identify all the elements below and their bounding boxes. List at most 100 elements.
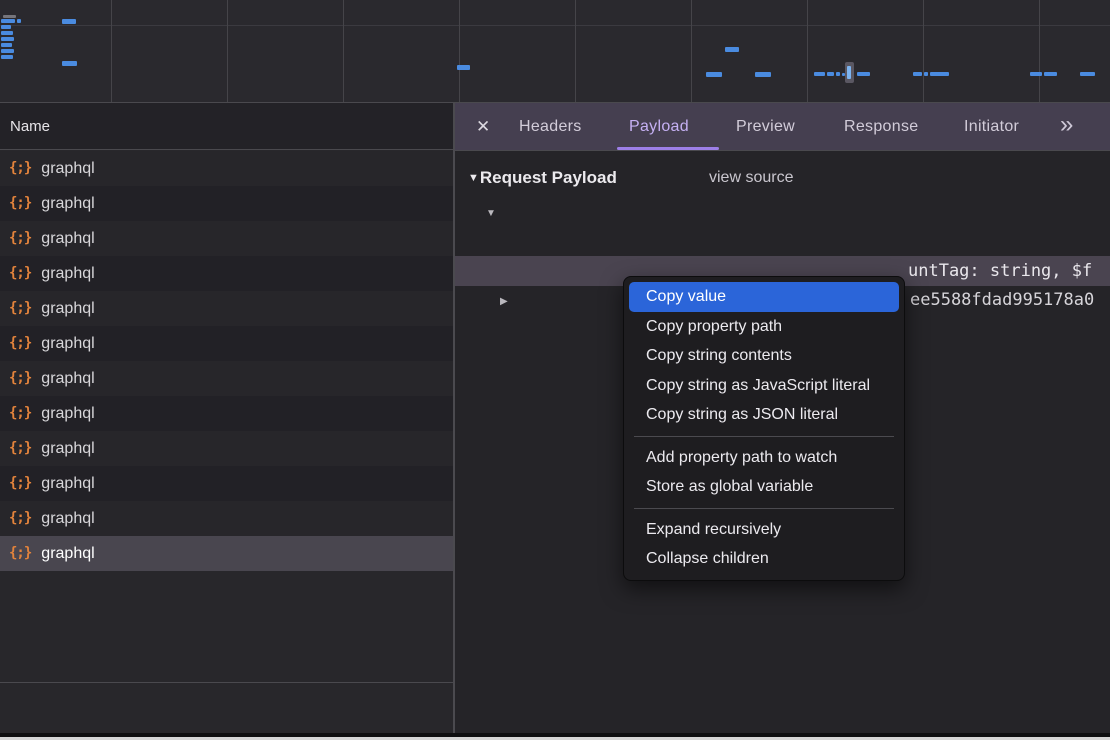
overview-gridline: [807, 0, 808, 102]
tab-initiator[interactable]: Initiator: [964, 103, 1019, 150]
request-timing-bar[interactable]: [814, 72, 825, 76]
overview-horizontal-gridline: [0, 25, 1110, 26]
json-icon: {;}: [9, 536, 31, 571]
json-icon: {;}: [9, 466, 31, 501]
menu-item-store-as-global-variable[interactable]: Store as global variable: [624, 472, 904, 502]
json-icon: {;}: [9, 326, 31, 361]
request-table-panel: Name {;} graphql {;} graphql {;} graphql {;…: [0, 103, 453, 733]
menu-item-copy-property-path[interactable]: Copy property path: [624, 312, 904, 342]
request-name: graphql: [41, 256, 94, 291]
request-timing-bar[interactable]: [725, 47, 739, 52]
tab-response[interactable]: Response: [844, 103, 918, 150]
menu-separator: [634, 508, 894, 509]
table-row-selected[interactable]: {;}graphql: [0, 536, 453, 571]
request-name: graphql: [41, 361, 94, 396]
table-row[interactable]: {;} graphql: [0, 151, 453, 186]
request-timing-bar[interactable]: [913, 72, 922, 76]
request-timing-bar[interactable]: [857, 72, 870, 76]
request-timing-bar[interactable]: [1080, 72, 1095, 76]
overview-gridline: [111, 0, 112, 102]
request-name: graphql: [41, 151, 94, 186]
tab-payload[interactable]: Payload: [629, 103, 689, 150]
request-name: graphql: [41, 431, 94, 466]
menu-separator: [634, 436, 894, 437]
overview-gridline: [227, 0, 228, 102]
request-name: graphql: [41, 186, 94, 221]
request-name: graphql: [41, 291, 94, 326]
table-row[interactable]: {;} graphql: [0, 186, 453, 221]
table-row[interactable]: {;} graphql: [0, 361, 453, 396]
request-list: {;} graphql {;} graphql {;} graphql {;} grap…: [0, 151, 453, 571]
active-tab-underline: [617, 147, 719, 150]
request-timing-bar[interactable]: [836, 72, 840, 76]
menu-item-add-property-path-to-watch[interactable]: Add property path to watch: [624, 443, 904, 473]
payload-operation-name-row[interactable]: operationName: "ipFlowTimeseries": [455, 227, 1110, 256]
table-row[interactable]: {;} graphql: [0, 466, 453, 501]
request-timing-bar[interactable]: [1, 31, 13, 35]
detail-tab-bar: ✕ Headers Payload Preview Response Initi…: [455, 103, 1110, 151]
request-timing-bar[interactable]: [706, 72, 722, 77]
request-payload-title[interactable]: ▼Request Payload: [468, 163, 617, 195]
property-value-right-fragment: untTag: string, $f: [908, 256, 1092, 286]
overview-gridline: [691, 0, 692, 102]
request-timing-bar[interactable]: [62, 19, 76, 24]
network-summary-bar: [0, 682, 453, 737]
request-timing-bar[interactable]: [1, 25, 11, 29]
selected-request-marker[interactable]: [847, 66, 851, 79]
table-row[interactable]: {;}graphql: [0, 431, 453, 466]
json-icon: {;}: [9, 221, 31, 256]
request-timing-bar[interactable]: [17, 19, 21, 23]
network-overview-timeline[interactable]: [0, 0, 1110, 103]
context-menu: Copy value Copy property path Copy strin…: [623, 276, 905, 581]
request-timing-bar[interactable]: [1044, 72, 1057, 76]
menu-item-expand-recursively[interactable]: Expand recursively: [624, 515, 904, 545]
table-row[interactable]: {;} graphql: [0, 291, 453, 326]
request-timing-bar[interactable]: [1, 55, 13, 59]
request-timing-bar[interactable]: [1, 37, 14, 41]
json-icon: {;}: [9, 151, 31, 186]
table-row[interactable]: {;} graphql: [0, 221, 453, 256]
request-timing-bar[interactable]: [62, 61, 77, 66]
overview-gridline: [575, 0, 576, 102]
property-value-right-fragment: ee5588fdad995178a0: [910, 286, 1094, 315]
request-timing-bar[interactable]: [457, 65, 470, 70]
overview-gridline: [343, 0, 344, 102]
menu-item-copy-string-json-literal[interactable]: Copy string as JSON literal: [624, 400, 904, 430]
name-column-header[interactable]: Name: [0, 103, 453, 150]
table-row[interactable]: {;}graphql: [0, 326, 453, 361]
json-icon: {;}: [9, 361, 31, 396]
request-timing-bar[interactable]: [1030, 72, 1042, 76]
overview-gridline: [459, 0, 460, 102]
collapse-triangle-icon[interactable]: ▼: [486, 199, 496, 227]
json-icon: {;}: [9, 396, 31, 431]
request-timing-bar[interactable]: [1, 43, 12, 47]
request-name: graphql: [41, 466, 94, 501]
more-tabs-icon[interactable]: »: [1060, 101, 1073, 148]
json-icon: {;}: [9, 186, 31, 221]
request-timing-bar[interactable]: [827, 72, 834, 76]
request-name: graphql: [41, 221, 94, 256]
request-timing-bar[interactable]: [924, 72, 928, 76]
overview-gridline: [923, 0, 924, 102]
request-timing-bar[interactable]: [930, 72, 949, 76]
table-row[interactable]: {;}graphql: [0, 256, 453, 291]
json-icon: {;}: [9, 501, 31, 536]
request-timing-bar[interactable]: [755, 72, 771, 77]
menu-item-copy-string-contents[interactable]: Copy string contents: [624, 341, 904, 371]
table-row[interactable]: {;}graphql: [0, 501, 453, 536]
request-timing-bar[interactable]: [1, 49, 14, 53]
table-row[interactable]: {;}graphql: [0, 396, 453, 431]
json-icon: {;}: [9, 291, 31, 326]
menu-item-copy-value[interactable]: Copy value: [629, 282, 899, 312]
request-timing-bar[interactable]: [3, 15, 16, 18]
overview-gridline: [1039, 0, 1040, 102]
tab-preview[interactable]: Preview: [736, 103, 795, 150]
menu-item-collapse-children[interactable]: Collapse children: [624, 544, 904, 574]
close-icon[interactable]: ✕: [476, 103, 490, 150]
payload-object-preview-row[interactable]: ▼ {operationName: "ipFlowTimeseries", va…: [455, 198, 1110, 227]
request-timing-bar[interactable]: [1, 19, 15, 23]
view-source-link[interactable]: view source: [709, 163, 793, 193]
tab-headers[interactable]: Headers: [519, 103, 582, 150]
expand-triangle-icon[interactable]: ▶: [500, 287, 508, 315]
menu-item-copy-string-js-literal[interactable]: Copy string as JavaScript literal: [624, 371, 904, 401]
